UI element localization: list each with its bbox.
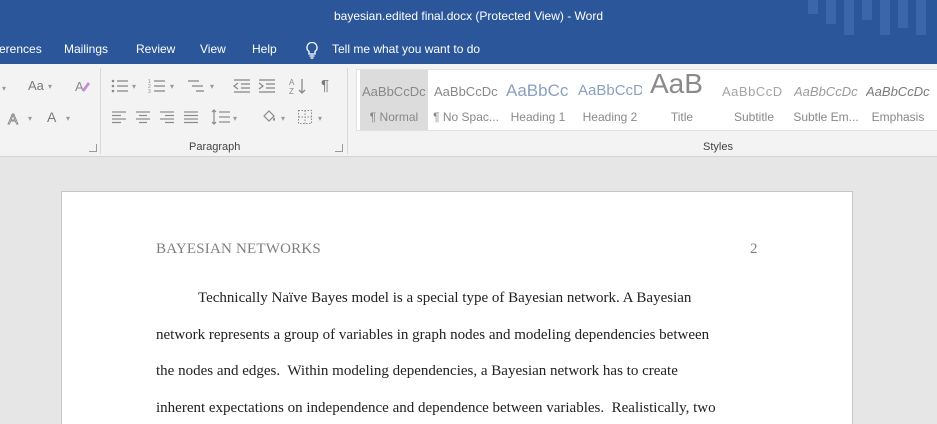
text-effects-dropdown-icon[interactable]: ▾ [28,114,32,124]
style-sample: AaBbCcDc [794,84,858,99]
font-color-button[interactable]: A [47,109,56,125]
style-sample: AaBbCcD [722,84,783,99]
increase-indent-icon[interactable] [258,78,276,99]
style-normal[interactable]: AaBbCcDc ¶ Normal [360,70,428,130]
styles-group-label: Styles [703,141,733,153]
shading-icon[interactable] [260,108,278,131]
title-bar: bayesian.edited final.docx (Protected Vi… [0,0,937,35]
line-spacing-dropdown-icon[interactable]: ▾ [233,114,237,124]
document-page[interactable]: BAYESIAN NETWORKS 2 Technically Naïve Ba… [61,191,853,424]
tab-review[interactable]: Review [136,42,175,56]
style-no-spacing[interactable]: AaBbCcDc ¶ No Spac... [432,70,500,130]
style-name: ¶ Normal [369,110,419,124]
style-sample: AaBbCc [506,81,569,100]
tab-mailings[interactable]: Mailings [64,42,108,56]
borders-icon[interactable] [297,109,313,130]
body-text-line: the nodes and edges. Within modeling dep… [156,363,678,379]
style-sample: AaBbCcDc [866,84,930,99]
style-heading-1[interactable]: AaBbCc Heading 1 [504,70,572,130]
style-name: Heading 1 [510,110,566,124]
clear-formatting-icon[interactable]: A [74,78,90,99]
group-separator [100,68,101,154]
style-sample: AaB [650,70,703,99]
body-text-line: inherent expectations on independence an… [156,400,716,416]
align-center-icon[interactable] [135,110,151,129]
style-name: Subtle Em... [793,110,859,124]
tell-me-label: Tell me what you want to do [332,42,481,56]
running-header: BAYESIAN NETWORKS [156,241,321,257]
svg-text:A: A [8,111,18,127]
ribbon-tab-strip: erences Mailings Review View Help Tell m… [0,35,937,64]
style-sample: AaBbCcDc [434,84,498,99]
paragraph-group-label: Paragraph [189,141,241,153]
style-name: Emphasis [871,110,925,124]
bullets-icon[interactable] [111,78,129,99]
group-separator [347,68,348,154]
style-emphasis[interactable]: AaBbCcDc Emphasis [864,70,932,130]
decrease-indent-icon[interactable] [232,78,251,99]
svg-text:Z: Z [289,87,294,95]
sort-icon[interactable]: AZ [289,77,307,100]
line-spacing-icon[interactable] [211,109,231,130]
svg-text:A: A [75,79,84,94]
style-name: Subtitle [733,110,775,124]
font-dialog-launcher[interactable] [89,144,97,152]
font-color-dropdown-icon[interactable]: ▾ [66,114,70,124]
style-name: Title [670,110,694,124]
align-left-icon[interactable] [111,110,127,129]
svg-text:3: 3 [148,89,151,94]
style-title[interactable]: AaB Title [648,70,716,130]
style-subtitle[interactable]: AaBbCcD Subtitle [720,70,788,130]
numbering-icon[interactable]: 123 [148,78,166,99]
body-text-line: Technically Naïve Bayes model is a speci… [198,290,692,306]
tab-view[interactable]: View [200,42,226,56]
styles-gallery: AaBbCcDc ¶ Normal AaBbCcDc ¶ No Spac... … [356,69,937,131]
change-case-button[interactable]: Aa [28,78,44,94]
lightbulb-icon [306,41,318,59]
style-subtle-emphasis[interactable]: AaBbCcDc Subtle Em... [792,70,860,130]
tab-references[interactable]: erences [0,42,42,56]
window-title: bayesian.edited final.docx (Protected Vi… [333,9,604,23]
change-case-dropdown-icon[interactable]: ▾ [48,82,52,92]
paragraph-dialog-launcher[interactable] [335,144,343,152]
font-size-dropdown-icon[interactable]: ▾ [2,84,6,94]
text-effects-icon[interactable]: A [7,109,23,132]
ribbon: ▾ Aa ▾ A A ▾ A ▾ ▾ 123 ▾ ▾ A Z ¶ ▾ ▾ ▾ P… [0,64,937,157]
style-sample: AaBbCcDc [362,84,426,99]
page-number: 2 [750,241,758,257]
body-text-line: network represents a group of variables … [156,327,710,343]
svg-text:A: A [289,78,295,87]
borders-dropdown-icon[interactable]: ▾ [318,114,322,124]
style-sample: AaBbCcD [578,82,642,99]
tab-help[interactable]: Help [252,42,277,56]
style-name: ¶ No Spac... [433,110,499,124]
justify-icon[interactable] [183,110,199,129]
multilevel-list-icon[interactable] [187,78,205,99]
shading-dropdown-icon[interactable]: ▾ [281,114,285,124]
numbering-dropdown-icon[interactable]: ▾ [170,82,174,92]
show-formatting-marks-icon[interactable]: ¶ [321,78,329,94]
multilevel-list-dropdown-icon[interactable]: ▾ [210,82,214,92]
align-right-icon[interactable] [159,110,175,129]
style-heading-2[interactable]: AaBbCcD Heading 2 [576,70,644,130]
bullets-dropdown-icon[interactable]: ▾ [132,82,136,92]
style-name: Heading 2 [582,110,638,124]
